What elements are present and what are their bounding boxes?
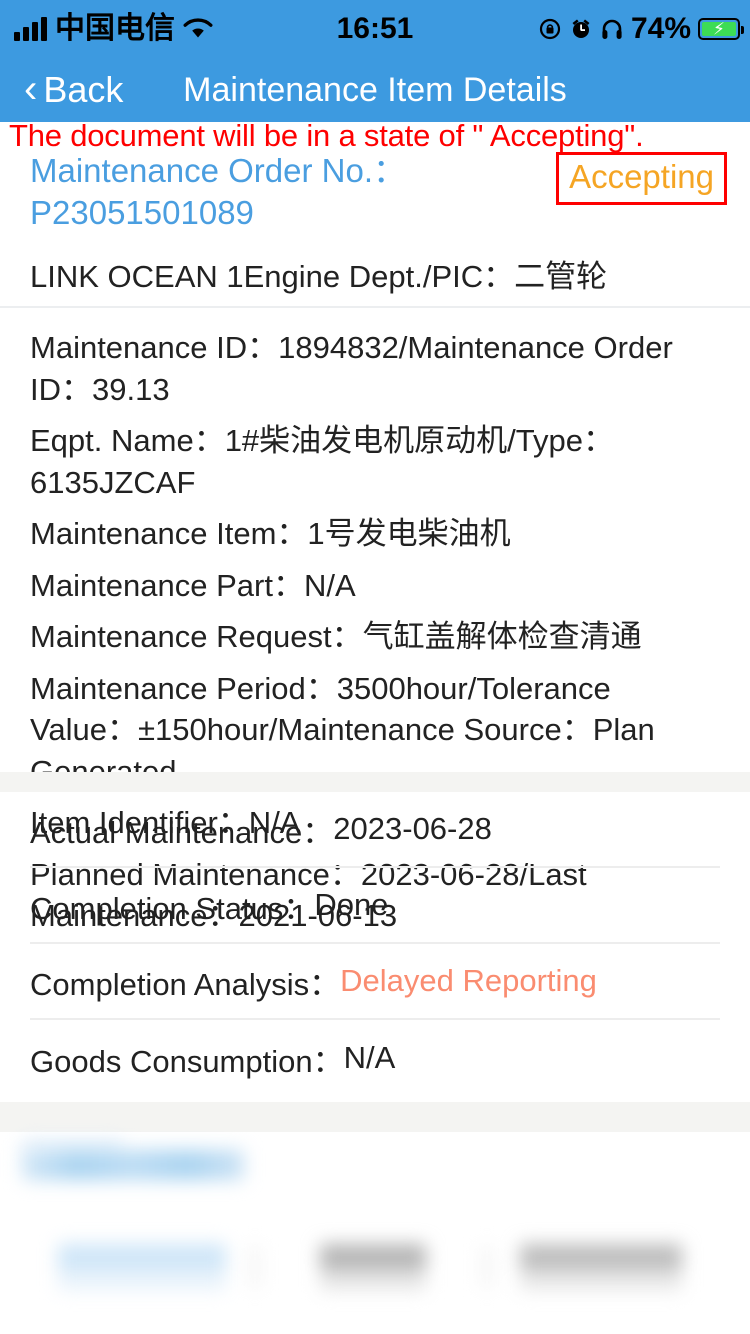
battery-charging-icon: ⚡ — [698, 18, 744, 40]
maintenance-order-no: Maintenance Order No.：P23051501089 — [30, 152, 407, 232]
completion-section: Actual Maintenance： 2023-06-28 Completio… — [0, 792, 750, 1096]
redacted-block — [22, 1150, 244, 1180]
table-row[interactable]: Completion Status： Done — [30, 868, 720, 944]
status-bar-right: 74% ⚡ — [538, 0, 744, 58]
battery-percent-label: 74% — [630, 12, 691, 45]
detail-line: Eqpt. Name：1#柴油发电机原动机/Type：6135JZCAF — [30, 423, 614, 500]
rotation-lock-icon — [538, 17, 562, 41]
bottom-section-gap — [0, 1102, 750, 1132]
row-label: Completion Analysis： — [30, 966, 341, 1002]
row-label: Actual Maintenance： — [30, 814, 334, 850]
divider-header — [0, 306, 750, 308]
annotation-note: The document will be in a state of " Acc… — [9, 118, 644, 153]
row-label: Completion Status： — [30, 890, 315, 926]
vessel-department-line: LINK OCEAN 1Engine Dept./PIC：二管轮 — [30, 259, 608, 295]
clock-label: 16:51 — [336, 12, 414, 45]
section-gap — [0, 772, 750, 792]
row-value: 2023-06-28 — [333, 811, 492, 846]
table-row[interactable]: Goods Consumption： N/A — [30, 1020, 720, 1096]
detail-line: Maintenance Item：1号发电柴油机 — [30, 516, 511, 552]
table-row[interactable]: Completion Analysis： Delayed Reporting — [30, 944, 720, 1020]
row-value: Done — [314, 887, 389, 922]
redacted-block — [482, 1246, 492, 1288]
page-title: Maintenance Item Details — [183, 70, 567, 109]
detail-line: Maintenance Request：气缸盖解体检查清通 — [30, 619, 642, 655]
table-row[interactable]: Actual Maintenance： 2023-06-28 — [30, 792, 720, 868]
row-label: Goods Consumption： — [30, 1043, 344, 1079]
redacted-block — [250, 1246, 260, 1288]
app-screen: 中国电信 16:51 74% ⚡ ‹ Back Maintenance Item… — [0, 0, 750, 1334]
order-header: Maintenance Order No.：P23051501089 Accep… — [0, 150, 750, 296]
row-value: N/A — [343, 1040, 396, 1075]
alarm-clock-icon — [569, 17, 593, 41]
status-badge: Accepting — [556, 152, 727, 205]
status-bar: 中国电信 16:51 74% ⚡ — [0, 0, 750, 58]
redacted-block — [58, 1244, 226, 1290]
navigation-bar: ‹ Back Maintenance Item Details — [0, 58, 750, 122]
detail-line: Maintenance ID：1894832/Maintenance Order… — [30, 330, 673, 407]
detail-line: Maintenance Part：N/A — [30, 567, 356, 603]
headphones-icon — [600, 17, 624, 41]
redacted-block — [320, 1244, 426, 1290]
redacted-block — [520, 1244, 682, 1290]
row-value: Delayed Reporting — [340, 963, 597, 998]
